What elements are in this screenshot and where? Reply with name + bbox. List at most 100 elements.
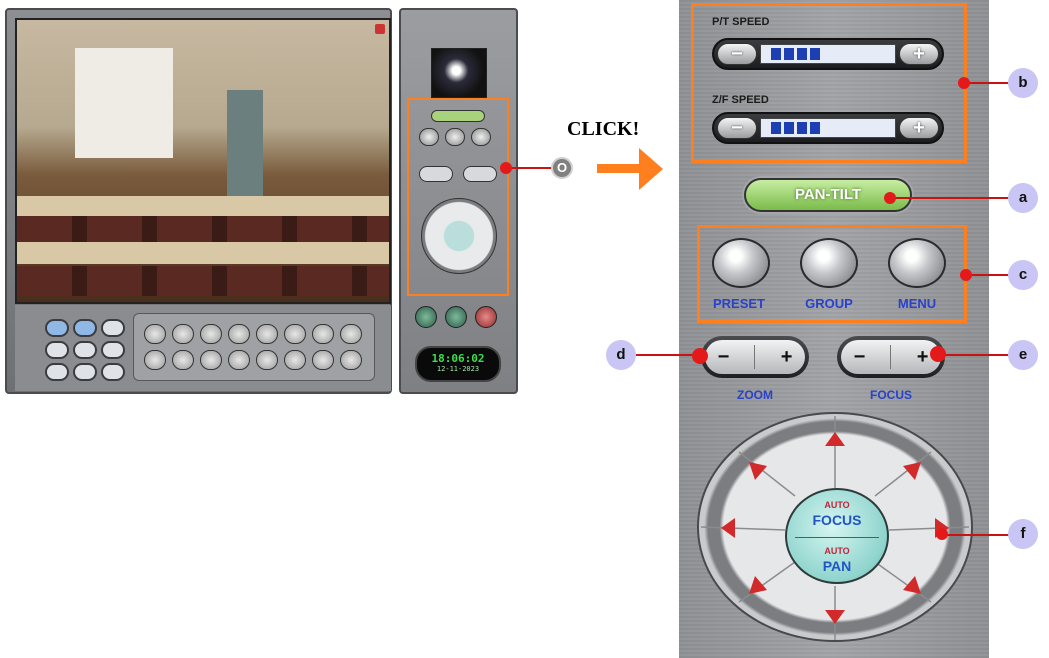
direction-pad: AUTO FOCUS AUTO PAN	[697, 412, 973, 658]
ptz-control-highlight[interactable]	[407, 98, 509, 296]
zf-speed-bar: − +	[712, 112, 944, 144]
zf-speed-minus-button[interactable]: −	[717, 117, 757, 139]
marker-d: d	[606, 340, 636, 370]
layout-buttons	[45, 319, 125, 381]
channel-button[interactable]	[312, 350, 334, 370]
channel-button[interactable]	[228, 350, 250, 370]
channel-button[interactable]	[200, 350, 222, 370]
layout-button[interactable]	[101, 363, 125, 381]
search-button[interactable]	[445, 306, 467, 328]
callout-dot-e	[930, 346, 946, 362]
layout-button[interactable]	[45, 363, 69, 381]
clock-display: 18:06:02 12-11-2023	[415, 346, 501, 382]
focus-plus-button[interactable]: +	[917, 346, 929, 369]
marker-a: a	[1008, 183, 1038, 213]
mini-preset-button[interactable]	[419, 128, 439, 146]
clock-date: 12-11-2023	[436, 365, 480, 373]
projector-screen	[75, 48, 173, 158]
zf-speed-level	[760, 118, 896, 138]
group-label: GROUP	[805, 296, 853, 311]
callout-dot-b	[958, 77, 970, 89]
right-arrow-icon	[597, 148, 663, 190]
record-button[interactable]	[475, 306, 497, 328]
layout-button[interactable]	[73, 363, 97, 381]
menu-button[interactable]	[888, 238, 946, 288]
marker-f: f	[1008, 519, 1038, 549]
pt-speed-minus-button[interactable]: −	[717, 43, 757, 65]
down-arrow-icon	[825, 610, 845, 624]
layout-button[interactable]	[73, 341, 97, 359]
callout-dot-c	[960, 269, 972, 281]
auto-focus-button[interactable]: FOCUS	[787, 512, 887, 528]
viewer-side-panel: 18:06:02 12-11-2023	[399, 8, 518, 394]
mini-pan-tilt-button[interactable]	[431, 110, 485, 122]
focus-label: FOCUS	[870, 388, 912, 402]
marker-o: O	[551, 157, 573, 179]
auto-center-button[interactable]: AUTO FOCUS AUTO PAN	[785, 488, 889, 584]
channel-button[interactable]	[340, 324, 362, 344]
pt-speed-plus-button[interactable]: +	[899, 43, 939, 65]
clock-time: 18:06:02	[431, 352, 485, 365]
layout-button[interactable]	[101, 341, 125, 359]
channel-button[interactable]	[340, 350, 362, 370]
group-button[interactable]	[800, 238, 858, 288]
center-divider	[795, 537, 879, 538]
desk-row	[17, 196, 389, 218]
layout-button[interactable]	[101, 319, 125, 337]
layout-button[interactable]	[73, 319, 97, 337]
mini-menu-button[interactable]	[471, 128, 491, 146]
desk-row	[17, 242, 389, 264]
layout-button[interactable]	[45, 319, 69, 337]
channel-button[interactable]	[144, 350, 166, 370]
mini-direction-pad[interactable]	[421, 198, 497, 274]
down-right-arrow-icon	[903, 576, 921, 594]
mini-group-button[interactable]	[445, 128, 465, 146]
callout-line-c	[966, 274, 1012, 276]
pt-speed-level	[760, 44, 896, 64]
zf-speed-label: Z/F SPEED	[712, 94, 769, 106]
channel-button[interactable]	[256, 324, 278, 344]
preset-button[interactable]	[712, 238, 770, 288]
viewer-bottom-bar	[15, 305, 391, 391]
callout-line-d	[636, 354, 698, 356]
channel-button[interactable]	[144, 324, 166, 344]
auto-pan-top: AUTO	[824, 546, 850, 556]
layout-button[interactable]	[45, 341, 69, 359]
channel-button[interactable]	[284, 350, 306, 370]
channel-button[interactable]	[172, 324, 194, 344]
brand-logo	[431, 48, 487, 98]
close-icon[interactable]	[375, 24, 385, 34]
up-arrow-icon	[825, 432, 845, 446]
focus-minus-button[interactable]: −	[854, 346, 866, 369]
zoom-control[interactable]: − +	[701, 336, 809, 378]
zoom-plus-button[interactable]: +	[781, 346, 793, 369]
pt-speed-bar: − +	[712, 38, 944, 70]
viewer-window	[5, 8, 392, 394]
callout-dot-f	[936, 528, 948, 540]
preset-label: PRESET	[712, 296, 765, 311]
zoom-minus-button[interactable]: −	[718, 346, 730, 369]
callout-line-o	[506, 167, 552, 169]
zoom-label: ZOOM	[737, 388, 773, 402]
auto-focus-top: AUTO	[824, 500, 850, 510]
channel-button[interactable]	[256, 350, 278, 370]
auto-pan-button[interactable]: PAN	[787, 558, 887, 574]
marker-e: e	[1008, 340, 1038, 370]
camera-video-feed	[15, 18, 391, 304]
focus-control[interactable]: − +	[837, 336, 945, 378]
channel-button[interactable]	[312, 324, 334, 344]
click-label: CLICK!	[567, 118, 640, 140]
seat-row	[17, 266, 389, 296]
callout-line-e	[942, 354, 1012, 356]
channel-button[interactable]	[284, 324, 306, 344]
zf-speed-plus-button[interactable]: +	[899, 117, 939, 139]
marker-b: b	[1008, 68, 1038, 98]
room-door	[227, 90, 263, 200]
channel-button[interactable]	[172, 350, 194, 370]
callout-line-f	[946, 534, 1012, 536]
channel-button[interactable]	[228, 324, 250, 344]
mini-focus-control[interactable]	[463, 166, 497, 182]
channel-button[interactable]	[200, 324, 222, 344]
mini-zoom-control[interactable]	[419, 166, 453, 182]
stop-button[interactable]	[415, 306, 437, 328]
